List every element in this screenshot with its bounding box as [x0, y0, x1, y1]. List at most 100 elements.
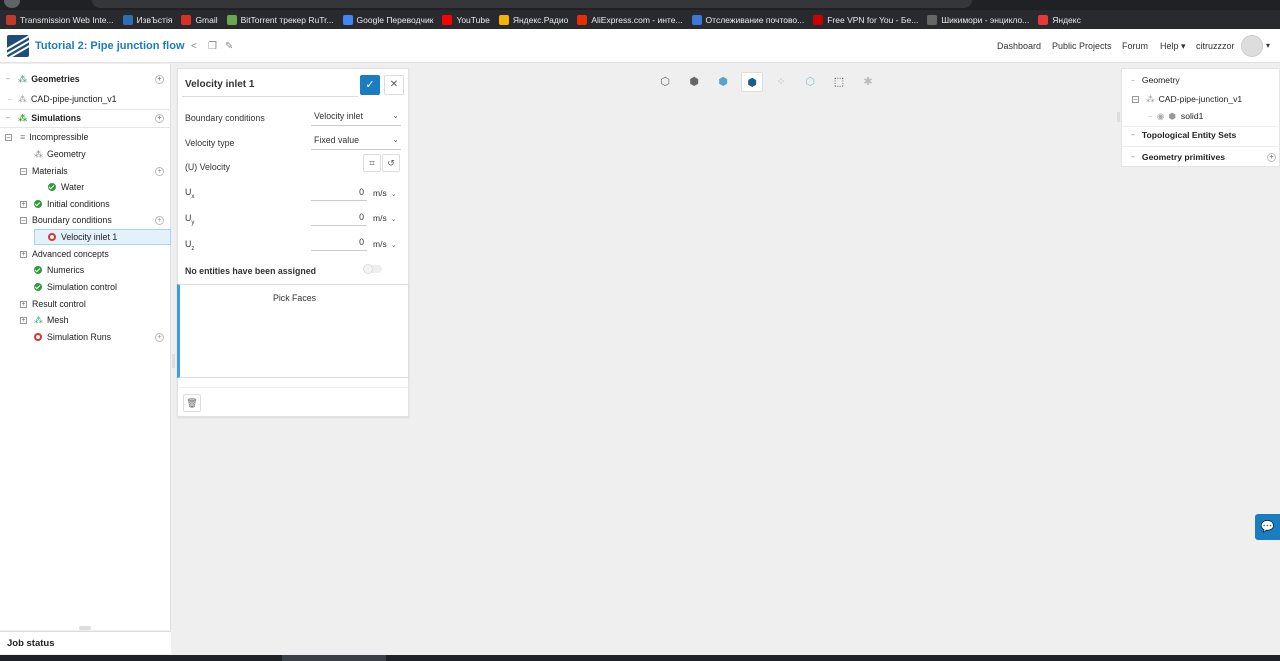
bookmark-item[interactable]: Яндекс.Радио [498, 14, 568, 25]
uy-input[interactable]: 0 [311, 210, 367, 226]
uz-input[interactable]: 0 [311, 235, 367, 251]
bookmark-item[interactable]: Отслеживание почтово... [691, 14, 804, 25]
address-bar[interactable] [92, 0, 972, 8]
expand-icon[interactable]: + [20, 200, 27, 208]
close-button[interactable]: ✕ [384, 75, 404, 95]
share-icon[interactable]: < [191, 41, 197, 52]
tree-velocity-inlet[interactable]: Velocity inlet 1 [34, 229, 171, 245]
right-cad-item[interactable]: – ⁂ CAD-pipe-junction_v1 [1122, 91, 1280, 107]
reset-button[interactable]: ↺ [382, 154, 400, 172]
view-surface-icon[interactable]: ⬢ [712, 72, 734, 92]
bookmark-item[interactable]: Шикимори - энцикло... [927, 14, 1029, 25]
eye-icon[interactable]: ◉ [1157, 111, 1165, 122]
nav-help[interactable]: Help ▾ [1160, 41, 1186, 52]
tree-numerics[interactable]: Numerics [0, 262, 171, 278]
collapse-icon[interactable]: – [6, 115, 10, 122]
edit-icon[interactable]: ✎ [225, 41, 233, 52]
resize-handle[interactable] [79, 626, 91, 630]
nav-dashboard[interactable]: Dashboard [997, 41, 1041, 51]
job-status[interactable]: Job status [0, 631, 171, 654]
entity-toggle[interactable] [363, 264, 382, 274]
tree-geometries[interactable]: – ⁂ Geometries + [0, 71, 171, 87]
ux-subscript: x [191, 193, 195, 200]
collapse-icon[interactable]: – [1131, 77, 1135, 84]
bookmark-item[interactable]: Transmission Web Inte... [6, 14, 114, 25]
collapse-icon[interactable]: – [5, 133, 12, 141]
tree-simulations[interactable]: – ⁂ Simulations + [0, 110, 171, 126]
tree-incompressible[interactable]: – ≡ Incompressible [0, 129, 171, 145]
unit-label: m/s [373, 213, 387, 223]
bookmark-item[interactable]: YouTube [442, 14, 490, 25]
tree-advanced-concepts[interactable]: + Advanced concepts [0, 246, 171, 262]
project-title[interactable]: Tutorial 2: Pipe junction flow [35, 40, 185, 52]
collapse-icon[interactable]: – [1131, 154, 1135, 161]
table-input-button[interactable]: ⌗ [363, 154, 381, 172]
bookmark-item[interactable]: ИзвЪстія [122, 14, 172, 25]
right-geometry-primitives[interactable]: – Geometry primitives + [1122, 149, 1280, 165]
bookmark-item[interactable]: AliExpress.com - инте... [577, 14, 683, 25]
simscale-logo-icon[interactable] [7, 35, 29, 57]
expand-icon[interactable]: + [20, 300, 27, 308]
avatar[interactable] [1241, 35, 1263, 57]
view-transparent-icon[interactable]: ⬡ [799, 72, 821, 92]
tree-result-control[interactable]: + Result control [0, 296, 171, 312]
username[interactable]: citruzzzor [1196, 41, 1235, 51]
right-panel-resize-handle[interactable] [1117, 112, 1120, 122]
tree-initial-conditions[interactable]: + Initial conditions [0, 196, 171, 212]
ux-input[interactable]: 0 [311, 185, 367, 201]
bookmark-item[interactable]: Яндекс [1038, 14, 1081, 25]
tree-materials[interactable]: – Materials + [0, 163, 171, 179]
uz-unit-select[interactable]: m/s ⌄ [373, 239, 397, 249]
velocity-type-select[interactable]: Fixed value ⌄ [311, 133, 401, 150]
expand-icon[interactable]: + [20, 250, 27, 258]
collapse-icon[interactable]: – [1132, 95, 1139, 103]
panel-resize-handle[interactable] [172, 354, 175, 368]
pick-faces-area[interactable]: Pick Faces [177, 284, 409, 378]
panel-title[interactable]: Velocity inlet 1 [185, 79, 254, 90]
add-material-icon[interactable]: + [155, 166, 164, 176]
collapse-icon[interactable]: – [20, 167, 27, 175]
tree-mesh[interactable]: + ⁂ Mesh [0, 312, 171, 328]
right-topological-sets[interactable]: – Topological Entity Sets [1122, 127, 1280, 143]
tree-water[interactable]: Water [0, 179, 171, 195]
tree-boundary-conditions[interactable]: – Boundary conditions + [0, 212, 171, 228]
chevron-down-icon[interactable]: ▾ [1266, 41, 1270, 50]
bookmark-item[interactable]: Gmail [181, 14, 218, 25]
collapse-icon[interactable]: – [20, 216, 27, 224]
right-geometry-header[interactable]: – Geometry [1122, 72, 1280, 88]
nav-forum[interactable]: Forum [1122, 41, 1148, 51]
right-solid-item[interactable]: – ◉ ⬢ solid1 [1122, 108, 1280, 124]
add-boundary-condition-icon[interactable]: + [155, 215, 164, 225]
delete-button[interactable]: 🗑 [183, 394, 201, 412]
bookmark-item[interactable]: Google Переводчик [342, 14, 433, 25]
expand-icon[interactable]: + [20, 316, 27, 324]
tree-simulation-runs[interactable]: Simulation Runs + [0, 329, 171, 345]
collapse-icon[interactable]: – [6, 76, 10, 83]
add-simulation-icon[interactable]: + [155, 113, 164, 123]
view-iso-icon[interactable]: ⬡ [654, 72, 676, 92]
view-wireframe-icon[interactable]: ⬢ [741, 72, 763, 92]
box-select-icon[interactable]: ⬚ [828, 72, 850, 92]
view-points-icon[interactable]: ⁘ [770, 72, 792, 92]
bookmark-label: Яндекс [1052, 14, 1081, 25]
add-primitive-icon[interactable]: + [1267, 152, 1276, 162]
confirm-button[interactable]: ✓ [360, 75, 380, 95]
tree-simulation-control[interactable]: Simulation control [0, 279, 171, 295]
browser-menu-icon[interactable] [4, 0, 20, 8]
taskbar-item[interactable] [282, 655, 386, 661]
collapse-icon[interactable]: – [1131, 132, 1135, 139]
chat-button[interactable]: 💬 [1255, 514, 1280, 540]
view-solid-icon[interactable]: ⬢ [683, 72, 705, 92]
settings-icon[interactable]: ✱ [857, 72, 879, 92]
nav-public-projects[interactable]: Public Projects [1052, 41, 1112, 51]
add-geometry-icon[interactable]: + [155, 74, 164, 84]
ux-unit-select[interactable]: m/s ⌄ [373, 188, 397, 198]
bookmark-item[interactable]: Free VPN for You - Бе... [813, 14, 918, 25]
boundary-condition-select[interactable]: Velocity inlet ⌄ [311, 109, 401, 126]
tree-geometry[interactable]: ⁂ Geometry [0, 146, 171, 162]
copy-icon[interactable]: ❐ [208, 41, 217, 52]
add-run-icon[interactable]: + [155, 332, 164, 342]
uy-unit-select[interactable]: m/s ⌄ [373, 213, 397, 223]
bookmark-item[interactable]: BitTorrent трекер RuTr... [226, 14, 334, 25]
tree-cad[interactable]: – ⁂ CAD-pipe-junction_v1 [0, 91, 171, 107]
